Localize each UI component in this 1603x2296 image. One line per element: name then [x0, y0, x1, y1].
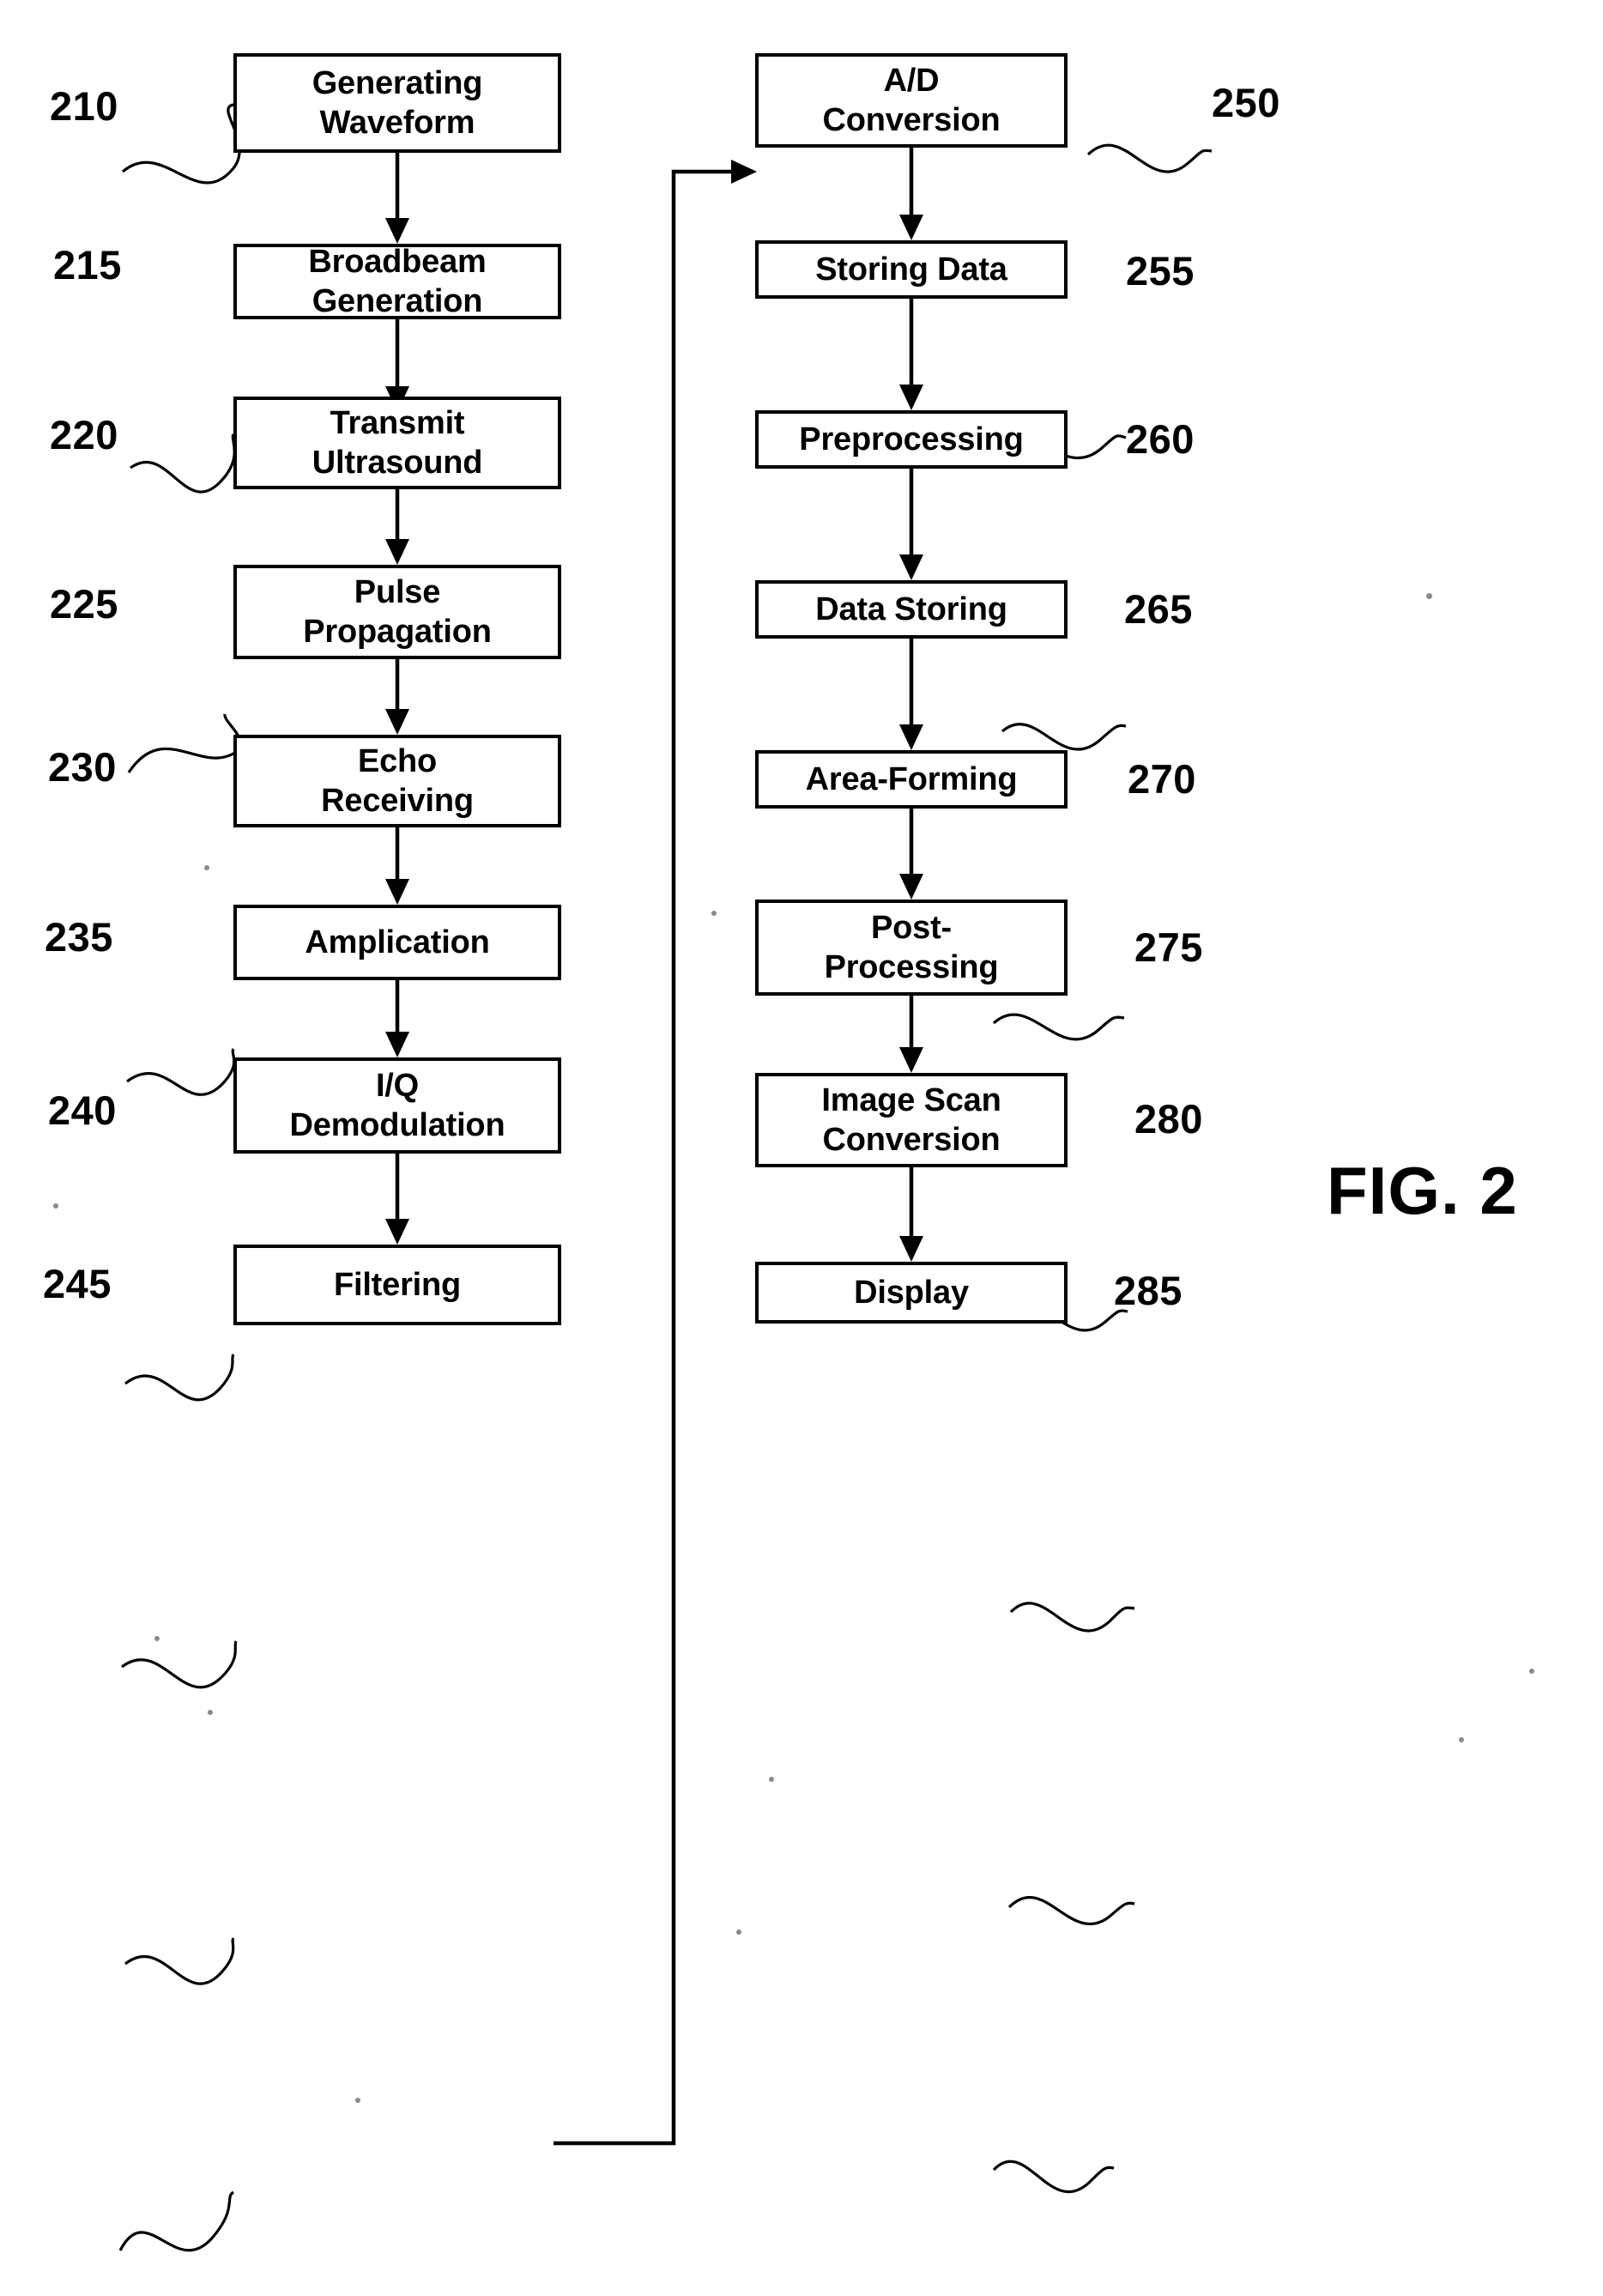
reference-numeral-250: 250: [1212, 80, 1280, 125]
scan-speck: [154, 1636, 160, 1641]
process-box-pulse-propagation-label: Pulse Propagation: [303, 573, 492, 650]
reference-numeral-270: 270: [1128, 756, 1196, 802]
process-box-display[interactable]: Display: [755, 1262, 1068, 1324]
patent-figure-page: Generating Waveform Broadbeam Generation…: [0, 0, 1603, 2296]
scan-speck: [204, 865, 209, 870]
reference-numeral-220: 220: [50, 412, 118, 457]
process-box-transmit-ultrasound-label: Transmit Ultrasound: [312, 404, 483, 481]
scan-speck: [736, 1929, 741, 1935]
left-reference-leaders: [118, 103, 242, 2252]
reference-numeral-210: 210: [50, 83, 118, 129]
reference-numeral-245: 245: [43, 1261, 112, 1306]
reference-numeral-260: 260: [1126, 416, 1195, 462]
reference-numeral-285: 285: [1114, 1268, 1183, 1313]
scan-speck: [53, 1203, 58, 1209]
process-box-broadbeam-generation[interactable]: Broadbeam Generation: [233, 244, 561, 319]
reference-numeral-280: 280: [1134, 1096, 1203, 1142]
process-box-image-scan-conversion-label: Image Scan Conversion: [821, 1081, 1001, 1158]
process-box-data-storing[interactable]: Data Storing: [755, 580, 1068, 639]
process-box-echo-receiving-label: Echo Receiving: [321, 742, 474, 819]
process-box-generating-waveform-label: Generating Waveform: [312, 64, 483, 141]
scan-speck: [769, 1777, 774, 1782]
process-box-area-forming[interactable]: Area-Forming: [755, 750, 1068, 809]
process-box-storing-data-label: Storing Data: [815, 251, 1007, 288]
process-box-echo-receiving[interactable]: Echo Receiving: [233, 735, 561, 827]
figure-caption: FIG. 2: [1327, 1153, 1518, 1228]
process-box-display-label: Display: [854, 1274, 969, 1311]
reference-numeral-230: 230: [48, 744, 117, 790]
scan-speck: [355, 2098, 360, 2103]
filtering-to-ad-conversion-connector: [553, 160, 757, 2146]
process-box-ad-conversion-label: A/D Conversion: [822, 62, 1001, 138]
process-box-iq-demodulation-label: I/Q Demodulation: [289, 1067, 505, 1143]
reference-numeral-255: 255: [1126, 248, 1195, 294]
reference-numeral-275: 275: [1134, 924, 1203, 970]
scan-speck: [1529, 1669, 1534, 1674]
process-box-ad-conversion[interactable]: A/D Conversion: [755, 53, 1068, 148]
process-box-broadbeam-generation-label: Broadbeam Generation: [308, 243, 487, 319]
process-box-iq-demodulation[interactable]: I/Q Demodulation: [233, 1057, 561, 1154]
process-box-filtering[interactable]: Filtering: [233, 1245, 561, 1325]
scan-speck: [711, 911, 717, 916]
process-box-amplication[interactable]: Amplication: [233, 905, 561, 980]
scan-speck: [208, 1710, 213, 1715]
reference-numeral-240: 240: [48, 1087, 117, 1133]
reference-numeral-215: 215: [53, 242, 122, 288]
process-box-preprocessing-label: Preprocessing: [799, 421, 1024, 457]
reference-numeral-235: 235: [45, 914, 113, 960]
process-box-area-forming-label: Area-Forming: [805, 760, 1018, 797]
process-box-generating-waveform[interactable]: Generating Waveform: [233, 53, 561, 153]
process-box-preprocessing[interactable]: Preprocessing: [755, 410, 1068, 469]
reference-numeral-265: 265: [1124, 586, 1193, 632]
reference-numeral-225: 225: [50, 581, 118, 627]
process-box-transmit-ultrasound[interactable]: Transmit Ultrasound: [233, 397, 561, 489]
process-box-image-scan-conversion[interactable]: Image Scan Conversion: [755, 1073, 1068, 1167]
process-box-post-processing-label: Post- Processing: [824, 909, 999, 985]
scan-speck: [1426, 593, 1432, 599]
process-box-storing-data[interactable]: Storing Data: [755, 240, 1068, 299]
process-box-amplication-label: Amplication: [305, 924, 490, 960]
process-box-pulse-propagation[interactable]: Pulse Propagation: [233, 565, 561, 659]
scan-speck: [1459, 1737, 1464, 1742]
process-box-filtering-label: Filtering: [333, 1266, 462, 1303]
process-box-data-storing-label: Data Storing: [815, 591, 1007, 627]
process-box-post-processing[interactable]: Post- Processing: [755, 900, 1068, 996]
